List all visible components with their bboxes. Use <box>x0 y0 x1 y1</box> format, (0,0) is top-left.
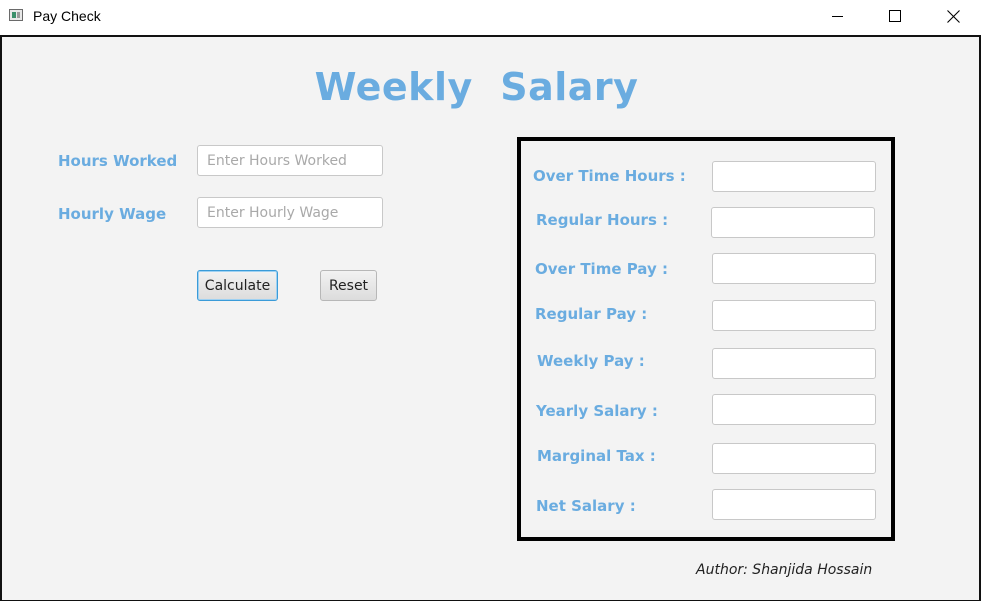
weekly-pay-field[interactable] <box>712 348 876 379</box>
net-salary-label: Net Salary : <box>536 497 636 515</box>
app-icon <box>9 9 23 21</box>
calculate-button[interactable]: Calculate <box>197 270 278 301</box>
author-credit: Author: Shanjida Hossain <box>696 562 873 578</box>
title-bar[interactable]: Pay Check <box>0 0 983 34</box>
reset-button[interactable]: Reset <box>320 270 377 301</box>
regular-hours-field[interactable] <box>711 207 875 238</box>
main-panel: Weekly Salary Hours Worked Hourly Wage C… <box>0 35 981 601</box>
regular-hours-label: Regular Hours : <box>536 211 669 229</box>
maximize-icon <box>889 10 901 22</box>
hours-worked-label: Hours Worked <box>58 152 178 170</box>
overtime-hours-field[interactable] <box>712 161 876 192</box>
regular-pay-field[interactable] <box>712 300 876 331</box>
net-salary-field[interactable] <box>712 489 876 520</box>
close-button[interactable] <box>930 0 976 32</box>
regular-pay-label: Regular Pay : <box>535 305 648 323</box>
yearly-salary-label: Yearly Salary : <box>536 402 658 420</box>
minimize-button[interactable] <box>814 0 860 32</box>
overtime-pay-label: Over Time Pay : <box>535 260 668 278</box>
minimize-icon <box>831 15 843 17</box>
overtime-pay-field[interactable] <box>712 253 876 284</box>
hourly-wage-input[interactable] <box>197 197 383 228</box>
marginal-tax-label: Marginal Tax : <box>537 447 656 465</box>
window-title: Pay Check <box>33 8 101 24</box>
page-title: Weekly Salary <box>314 65 639 109</box>
close-icon <box>946 9 960 23</box>
marginal-tax-field[interactable] <box>712 443 876 474</box>
weekly-pay-label: Weekly Pay : <box>537 352 645 370</box>
maximize-button[interactable] <box>872 0 918 32</box>
hourly-wage-label: Hourly Wage <box>58 205 167 223</box>
results-panel <box>517 137 895 541</box>
yearly-salary-field[interactable] <box>712 394 876 425</box>
app-window: Pay Check Weekly Salary Hours Worked Hou… <box>0 0 983 603</box>
overtime-hours-label: Over Time Hours : <box>533 167 686 185</box>
hours-worked-input[interactable] <box>197 145 383 176</box>
